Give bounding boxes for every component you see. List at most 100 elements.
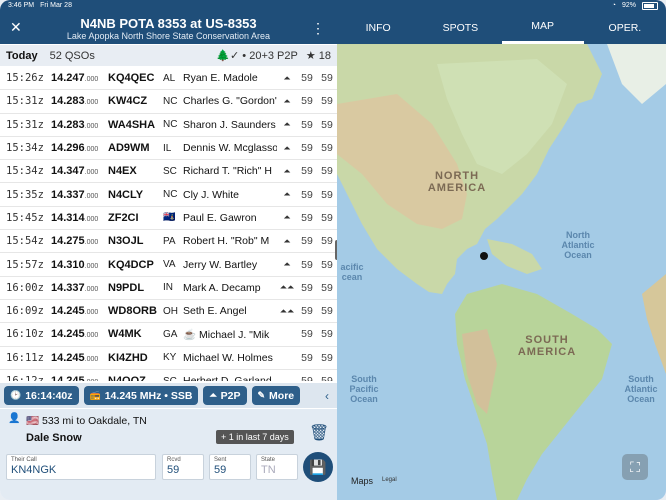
p2p-button[interactable]: ⏶ P2P [203,386,247,405]
more-menu-icon[interactable]: ⋮ [311,20,325,37]
qso-frequency-decimal: .000 [84,76,99,84]
qso-indicator: ⏶ [283,189,291,200]
expand-icon[interactable]: ⛶ [622,454,648,480]
qso-callsign: N4CLY [108,188,144,201]
qso-frequency: 14.296.000 [51,142,108,154]
qso-row[interactable]: 16:09z 14.245.000 WD8ORB OH Seth E. Angel ⏶⏶ 5… [0,299,337,324]
qso-sent-report: 59 [301,142,313,155]
legal-link[interactable]: Legal [382,477,397,483]
qso-state: KY [163,352,177,364]
qso-row[interactable]: 15:57z 14.310.000 KQ4DCP VA Jerry W. Bartley… [0,253,337,277]
sent-field[interactable]: Sent 59 [209,454,251,480]
qso-time: 15:34z [6,165,44,178]
qso-rcvd-report: 59 [321,258,333,271]
qso-rcvd-report: 59 [321,72,333,85]
tab-info[interactable]: INFO [337,11,419,44]
qso-rcvd-report: 59 [321,375,333,381]
qso-frequency-mhz: 14.245 [51,305,85,318]
tab-map[interactable]: MAP [501,11,584,44]
qso-row[interactable]: 15:35z 14.337.000 N4CLY NC Cly J. White ⏶ 59 59 [0,183,337,207]
qso-frequency-decimal: .000 [84,146,99,154]
qso-time: 15:35z [6,188,44,201]
qso-rcvd-report: 59 [321,142,333,155]
qso-sent-report: 59 [301,305,313,318]
more-button[interactable]: ✎ More [251,386,301,405]
qso-list[interactable]: 15:26z 14.247.000 KQ4QEC AL Ryan E. Madole ⏶ 5… [0,67,337,381]
state-field[interactable]: State TN [256,454,298,480]
qso-name: Seth E. Angel [183,305,247,318]
qso-sent-report: 59 [301,95,313,108]
qso-frequency-decimal: .000 [84,122,99,130]
qso-state: SC [163,165,177,177]
qso-row[interactable]: 16:11z 14.245.000 KI4ZHD KY Michael W. Holme… [0,346,337,370]
qso-frequency: 14.247.000 [51,72,108,84]
qso-rcvd-report: 59 [321,305,333,318]
tree-icon: ⏶ [209,390,217,400]
qso-row[interactable]: 15:31z 14.283.000 KW4CZ NC Charles G. "Gordo… [0,90,337,114]
qso-frequency-decimal: .000 [84,332,99,340]
qso-name: Jerry W. Bartley [183,258,258,271]
qso-state: AL [163,72,176,84]
trash-icon[interactable]: 🗑 [309,423,329,442]
qso-row[interactable]: 15:31z 14.283.000 WA4SHA NC Sharon J. Saunde… [0,113,337,137]
qso-callsign: N3OJL [108,235,144,248]
qso-state: NC [163,119,178,131]
qso-callsign: ZF2CI [108,211,139,224]
qso-name: Sharon J. Saunders [183,118,276,131]
qso-frequency-decimal: .000 [84,215,99,223]
qso-frequency-decimal: .000 [84,285,99,293]
qso-row[interactable]: 15:34z 14.296.000 AD9WM IL Dennis W. Mcglass… [0,136,337,161]
qso-frequency-decimal: .000 [84,169,99,177]
qso-frequency-decimal: .000 [84,309,99,317]
pencil-icon: ✎ [257,390,266,400]
qso-rcvd-report: 59 [321,95,333,108]
qso-row[interactable]: 16:00z 14.337.000 N9PDL IN Mark A. Decamp ⏶⏶ 5… [0,276,337,300]
qso-row[interactable]: 16:12z14.245.000N4OOZSCHerbert D. Garlan… [0,369,337,381]
qso-row[interactable]: 15:26z 14.247.000 KQ4QEC AL Ryan E. Madole ⏶ 5… [0,67,337,91]
their-call-field[interactable]: Their Call KN4NGK [6,454,156,480]
qso-rcvd-report: 59 [321,235,333,248]
status-bar: 3:46 PM Fri Mar 28 ◔ 92% [0,0,666,11]
qso-sent-report: 59 [301,281,313,294]
qso-time: 15:31z [6,118,44,131]
qso-indicator: ⏶ [283,212,291,223]
rcvd-field[interactable]: Rcvd 59 [162,454,204,480]
qso-row[interactable]: 15:54z 14.275.000 N3OJL PA Robert H. "Rob" M… [0,230,337,254]
tab-spots[interactable]: SPOTS [419,11,501,44]
north-america-label: NORTH AMERICA [427,170,487,194]
clock-icon: 🕑 [10,390,22,400]
qso-rcvd-report: 59 [321,188,333,201]
qso-time: 16:11z [6,351,44,364]
time-button[interactable]: 🕑 16:14:40z [4,386,79,405]
qso-sent-report: 59 [301,72,313,85]
qso-row[interactable]: 15:34z 14.347.000 N4EX SC Richard T. "Rich" … [0,160,337,184]
qso-frequency-mhz: 14.245 [51,375,85,381]
qso-indicator: ⏶⏶ [279,305,295,316]
qso-name: Herbert D. Garland [183,375,272,381]
operation-subtitle: Lake Apopka North Shore State Conservati… [66,31,271,41]
qso-frequency: 14.337.000 [51,282,108,294]
qso-name: Charles G. "Gordon" [183,95,277,108]
qso-rcvd-report: 59 [321,165,333,178]
map-view[interactable]: NORTH AMERICA SOUTH AMERICA North Atlantic O… [337,44,666,500]
qso-time: 15:45z [6,211,44,224]
location-marker[interactable] [480,252,488,260]
chevron-left-icon[interactable]: ‹ [325,389,333,403]
qso-row[interactable]: 15:45z 14.314.000 ZF2CI 🇰🇾 Paul E. Gawron ⏶ 59… [0,206,337,231]
qso-state: 🇰🇾 [163,212,176,224]
qso-time: 16:10z [6,328,44,341]
band-mode-button[interactable]: 📻 14.245 MHz • SSB [83,386,199,405]
qso-name: Ryan E. Madole [183,72,258,85]
qso-name: Richard T. "Rich" H [183,165,272,178]
qso-row[interactable]: 16:10z 14.245.000 W4MK GA ☕ Michael J. "Mik 5… [0,323,337,347]
qso-count: 52 QSOs [49,49,95,62]
tab-oper[interactable]: OPER. [584,11,666,44]
log-panel: ✕ N4NB POTA 8353 at US-8353 Lake Apopka … [0,0,337,500]
qso-callsign: W4MK [108,328,142,341]
qso-sent-report: 59 [301,258,313,271]
qso-indicator: ⏶ [283,165,291,176]
recent-badge: + 1 in last 7 days [216,430,294,444]
qso-state: OH [163,305,178,317]
qso-state: VA [163,259,176,271]
save-button[interactable]: 💾 [303,452,333,482]
